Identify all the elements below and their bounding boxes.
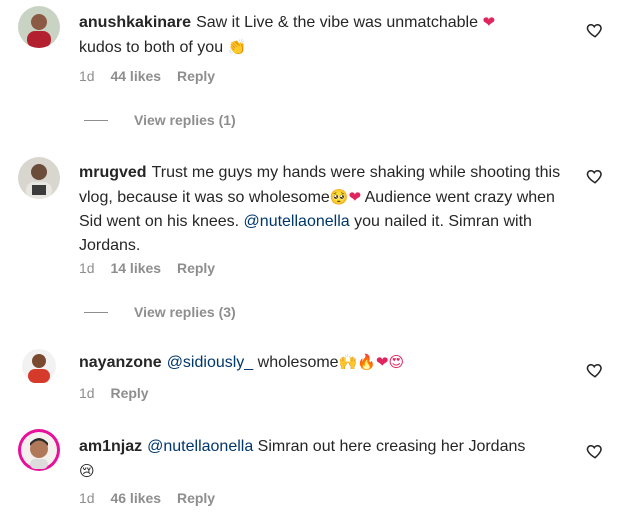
mention-link[interactable]: @nutellaonella [147,438,253,455]
reply-button[interactable]: Reply [177,68,215,84]
clap-emoji: 👏 [227,38,247,56]
reaction-emojis: 🙌🔥❤😍 [338,353,405,371]
comment-username[interactable]: mrugved [79,164,147,181]
comment-likes[interactable]: 14 likes [110,260,161,276]
comment-likes[interactable]: 46 likes [110,490,161,506]
reply-button[interactable]: Reply [110,385,148,401]
mention-link[interactable]: @nutellaonella [244,213,350,230]
comment-text: anushkakinare Saw it Live & the vibe was … [79,13,496,56]
reply-button[interactable]: Reply [177,490,215,506]
mention-link[interactable]: @sidiously_ [167,354,254,371]
comment-meta: 1d 46 likes Reply [79,489,227,507]
avatar[interactable] [18,157,60,199]
comment-text: nayanzone @sidiously_ wholesome🙌🔥❤😍 [79,353,405,371]
comment-meta: 1d 44 likes Reply [79,67,227,85]
divider-line [84,119,108,121]
avatar[interactable] [18,6,60,48]
comment-time[interactable]: 1d [79,260,95,276]
comment-username[interactable]: am1njaz [79,438,142,455]
comment-text: am1njaz @nutellaonella Simran out here cr… [79,438,526,480]
comment-username[interactable]: nayanzone [79,354,162,371]
view-replies-button[interactable]: View replies (3) [84,303,236,321]
heart-emoji: ❤ [482,13,496,31]
comment-time[interactable]: 1d [79,490,95,506]
reply-button[interactable]: Reply [177,260,215,276]
divider-line [84,311,108,313]
comment-meta: 1d Reply [79,384,161,402]
like-heart-icon[interactable] [586,442,604,460]
avatar[interactable] [18,345,60,387]
avatar[interactable] [18,429,60,471]
comment-time[interactable]: 1d [79,385,95,401]
like-heart-icon[interactable] [586,21,604,39]
like-heart-icon[interactable] [586,167,604,185]
comment-username[interactable]: anushkakinare [79,14,191,31]
comment-likes[interactable]: 44 likes [110,68,161,84]
comment-time[interactable]: 1d [79,68,95,84]
comment-text: mrugved Trust me guys my hands were shaki… [79,164,561,254]
pleading-heart-emoji: 🥺❤ [329,188,362,206]
like-heart-icon[interactable] [586,361,604,379]
crying-emoji: 😢 [79,462,95,480]
view-replies-button[interactable]: View replies (1) [84,111,236,129]
comment-meta: 1d 14 likes Reply [79,259,227,277]
